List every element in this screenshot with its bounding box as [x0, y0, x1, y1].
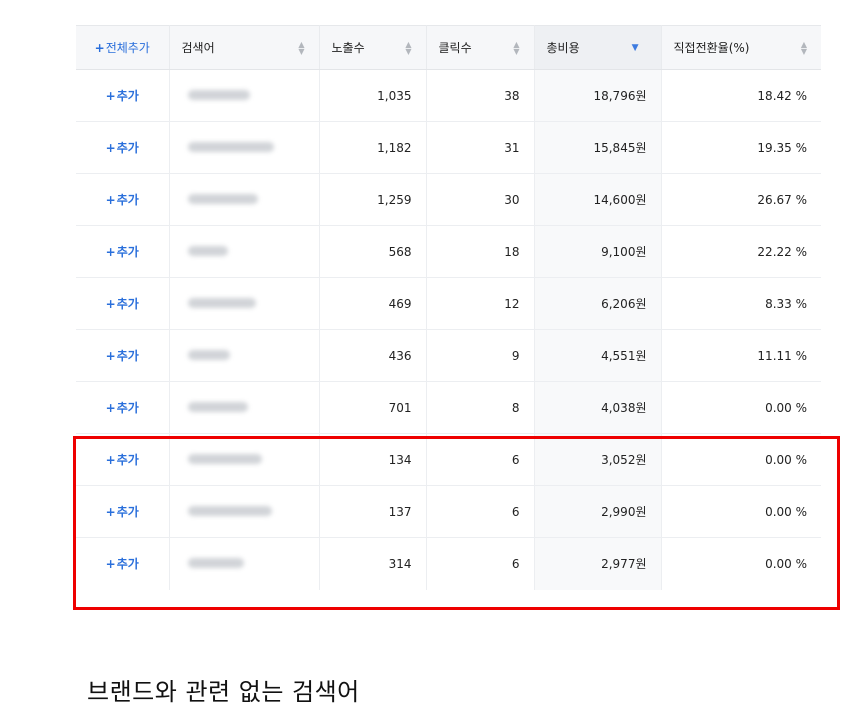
conversion-rate-cell: 26.67 % — [661, 173, 821, 226]
keyword-cell — [169, 173, 320, 226]
sort-descending-icon[interactable]: ▼ — [632, 43, 639, 53]
table-row: +추가 1,035 38 18,796원 18.42 % — [76, 69, 821, 122]
plus-icon: + — [105, 141, 116, 155]
keyword-cell — [169, 69, 320, 122]
add-keyword-button[interactable]: +추가 — [76, 121, 170, 174]
blurred-keyword — [187, 141, 274, 152]
impressions-cell: 1,182 — [319, 121, 427, 174]
sort-icon[interactable]: ▲ ▼ — [513, 40, 519, 55]
conversion-rate-cell: 8.33 % — [661, 277, 821, 330]
column-header-conversion-rate[interactable]: 직접전환율(%) ▲ ▼ — [661, 25, 821, 70]
plus-icon: + — [105, 193, 116, 207]
keyword-cell — [169, 225, 320, 278]
clicks-cell: 18 — [426, 225, 535, 278]
add-keyword-button[interactable]: +추가 — [76, 69, 170, 122]
impressions-cell: 1,035 — [319, 69, 427, 122]
add-keyword-button[interactable]: +추가 — [76, 277, 170, 330]
impressions-cell: 568 — [319, 225, 427, 278]
clicks-cell: 12 — [426, 277, 535, 330]
blurred-keyword — [187, 89, 250, 100]
total-cost-cell: 15,845원 — [534, 121, 662, 174]
impressions-cell: 1,259 — [319, 173, 427, 226]
clicks-cell: 31 — [426, 121, 535, 174]
plus-icon: + — [105, 297, 116, 311]
table-row: +추가 701 8 4,038원 0.00 % — [76, 381, 821, 434]
add-keyword-button[interactable]: +추가 — [76, 329, 170, 382]
highlight-box — [73, 436, 840, 610]
column-header-impressions[interactable]: 노출수 ▲ ▼ — [319, 25, 427, 70]
conversion-rate-cell: 19.35 % — [661, 121, 821, 174]
blurred-keyword — [187, 245, 228, 256]
total-cost-cell: 4,038원 — [534, 381, 662, 434]
table-row: +추가 1,259 30 14,600원 26.67 % — [76, 173, 821, 226]
blurred-keyword — [187, 401, 248, 412]
impressions-cell: 436 — [319, 329, 427, 382]
sort-icon[interactable]: ▲ ▼ — [298, 40, 304, 55]
clicks-cell: 9 — [426, 329, 535, 382]
conversion-rate-cell: 11.11 % — [661, 329, 821, 382]
column-header-clicks[interactable]: 클릭수 ▲ ▼ — [426, 25, 535, 70]
keyword-cell — [169, 121, 320, 174]
table-row: +추가 436 9 4,551원 11.11 % — [76, 329, 821, 382]
keyword-cell — [169, 329, 320, 382]
conversion-rate-cell: 0.00 % — [661, 381, 821, 434]
plus-icon: + — [105, 401, 116, 415]
blurred-keyword — [187, 297, 256, 308]
keyword-cell — [169, 277, 320, 330]
table-row: +추가 1,182 31 15,845원 19.35 % — [76, 121, 821, 174]
plus-icon: + — [105, 245, 116, 259]
conversion-rate-cell: 22.22 % — [661, 225, 821, 278]
keyword-cell — [169, 381, 320, 434]
total-cost-cell: 18,796원 — [534, 69, 662, 122]
sort-icon[interactable]: ▲ ▼ — [405, 40, 411, 55]
column-header-keyword[interactable]: 검색어 ▲ ▼ — [169, 25, 320, 70]
impressions-cell: 701 — [319, 381, 427, 434]
total-cost-cell: 14,600원 — [534, 173, 662, 226]
add-all-button[interactable]: +전체추가 — [76, 25, 170, 70]
sort-icon[interactable]: ▲ ▼ — [801, 40, 807, 55]
blurred-keyword — [187, 193, 258, 204]
impressions-cell: 469 — [319, 277, 427, 330]
table-row: +추가 469 12 6,206원 8.33 % — [76, 277, 821, 330]
blurred-keyword — [187, 349, 230, 360]
table-header-row: +전체추가 검색어 ▲ ▼ 노출수 ▲ ▼ 클릭수 ▲ ▼ 총비용 ▼ 직접전환… — [76, 25, 821, 70]
add-keyword-button[interactable]: +추가 — [76, 381, 170, 434]
conversion-rate-cell: 18.42 % — [661, 69, 821, 122]
clicks-cell: 30 — [426, 173, 535, 226]
column-header-total-cost[interactable]: 총비용 ▼ — [534, 25, 662, 70]
clicks-cell: 38 — [426, 69, 535, 122]
plus-icon: + — [105, 89, 116, 103]
add-keyword-button[interactable]: +추가 — [76, 225, 170, 278]
clicks-cell: 8 — [426, 381, 535, 434]
add-keyword-button[interactable]: +추가 — [76, 173, 170, 226]
total-cost-cell: 4,551원 — [534, 329, 662, 382]
total-cost-cell: 9,100원 — [534, 225, 662, 278]
total-cost-cell: 6,206원 — [534, 277, 662, 330]
plus-icon: + — [94, 41, 105, 55]
caption-text: 브랜드와 관련 없는 검색어 — [87, 678, 360, 706]
table-row: +추가 568 18 9,100원 22.22 % — [76, 225, 821, 278]
plus-icon: + — [105, 349, 116, 363]
